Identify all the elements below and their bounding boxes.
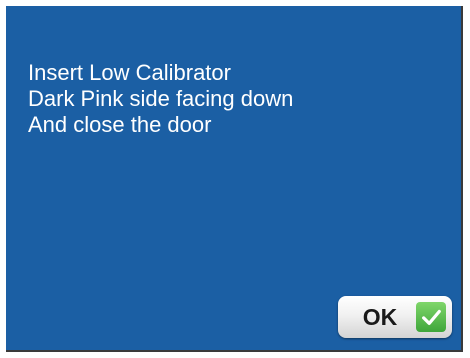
- checkmark-icon: [416, 302, 446, 332]
- ok-button[interactable]: OK: [338, 296, 452, 338]
- instruction-line-3: And close the door: [28, 112, 212, 137]
- ok-button-label: OK: [362, 303, 398, 330]
- instruction-line-1: Insert Low Calibrator: [28, 60, 231, 85]
- instruction-line-2: Dark Pink side facing down: [28, 86, 294, 111]
- instruction-message: Insert Low Calibrator Dark Pink side fac…: [28, 60, 293, 138]
- calibration-dialog: Insert Low Calibrator Dark Pink side fac…: [6, 6, 463, 352]
